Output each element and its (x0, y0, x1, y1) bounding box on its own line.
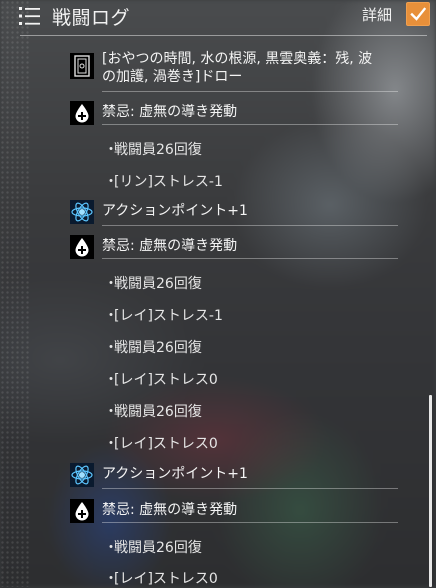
sub-entry: ・[レイ]ストレス0 (104, 571, 218, 587)
sub-entry: ・[リン]ストレス-1 (104, 174, 223, 190)
header: 戦闘ログ 詳細 (0, 0, 436, 36)
atom-icon (70, 463, 94, 487)
log-text: [おやつの時間, 水の根源, 黒雲奥義：残, 波 (102, 51, 373, 67)
log-text: 禁忌: 虚無の導き発動 (102, 238, 238, 254)
drop-plus-icon (70, 235, 94, 259)
sub-entry: ・[レイ]ストレス0 (104, 372, 218, 388)
sub-entry: ・戦闘員26回復 (104, 276, 202, 292)
log-text: の加護, 渦巻き]ドロー (102, 69, 243, 85)
card-icon (70, 53, 94, 79)
log-text: 禁忌: 虚無の導き発動 (102, 502, 238, 518)
log-text: アクションポイント+1 (102, 466, 248, 482)
drop-plus-icon (70, 499, 94, 523)
sub-entry: ・戦闘員26回復 (104, 142, 202, 158)
list-menu-icon[interactable] (18, 5, 42, 27)
page-title: 戦闘ログ (52, 7, 131, 29)
divider (102, 91, 398, 92)
sub-entry: ・戦闘員26回復 (104, 340, 202, 356)
blurred-background (0, 0, 436, 587)
divider (102, 124, 398, 125)
atom-icon (70, 200, 94, 224)
sub-entry: ・[レイ]ストレス0 (104, 436, 218, 452)
sub-entry: ・[レイ]ストレス-1 (104, 308, 223, 324)
divider (102, 522, 398, 523)
dot-pattern (0, 0, 30, 587)
log-text: アクションポイント+1 (102, 203, 248, 219)
sub-entry: ・戦闘員26回復 (104, 404, 202, 420)
divider (102, 258, 398, 259)
header-divider (20, 35, 427, 36)
detail-checkbox[interactable] (406, 2, 430, 26)
divider (102, 225, 398, 226)
detail-label: 詳細 (362, 6, 393, 24)
log-text: 禁忌: 虚無の導き発動 (102, 104, 238, 120)
divider (102, 488, 398, 489)
scrollbar[interactable] (429, 395, 432, 587)
check-icon (410, 7, 426, 21)
sub-entry: ・戦闘員26回復 (104, 540, 202, 556)
drop-plus-icon (70, 101, 94, 125)
